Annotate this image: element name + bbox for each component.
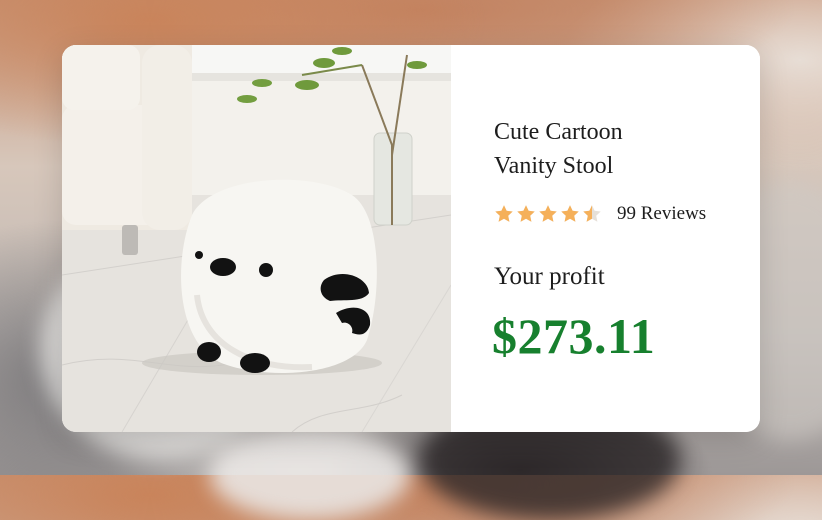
product-photo <box>62 45 451 432</box>
product-info-panel: Cute Cartoon Vanity Stool 99 Reviews You… <box>451 45 760 432</box>
star-half-icon <box>583 205 601 222</box>
product-title-line-1: Cute Cartoon <box>494 119 623 145</box>
star-full-icon <box>539 205 557 222</box>
reviews-count[interactable]: 99 Reviews <box>617 203 706 225</box>
panda-stool-image <box>62 45 451 432</box>
star-full-icon <box>495 205 513 222</box>
ad-screen: { "product": { "title_line1": "Cute Cart… <box>0 0 822 520</box>
profit-value: $273.11 <box>492 308 656 364</box>
product-title[interactable]: Cute Cartoon Vanity Stool <box>494 115 734 183</box>
profit-label: Your profit <box>494 263 605 290</box>
star-rating <box>494 204 602 224</box>
star-full-icon <box>561 205 579 222</box>
star-full-icon <box>517 205 535 222</box>
product-title-line-2: Vanity Stool <box>494 153 614 179</box>
product-card[interactable]: Cute Cartoon Vanity Stool 99 Reviews You… <box>62 45 760 432</box>
rating-row[interactable]: 99 Reviews <box>494 203 706 225</box>
